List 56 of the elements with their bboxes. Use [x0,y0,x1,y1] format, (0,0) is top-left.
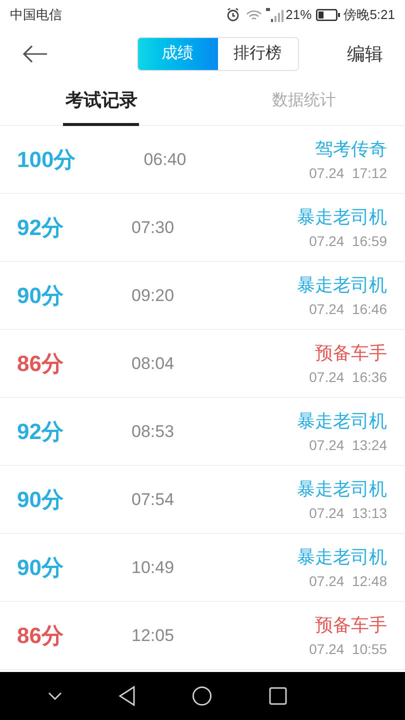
record-row[interactable]: 86分 12:05 预备车手 07.24 10:55 [0,602,405,670]
date-time-text: 07.24 12:48 [309,572,387,590]
title-text: 暴走老司机 [297,410,387,432]
title-text: 暴走老司机 [297,478,387,500]
title-text: 驾考传奇 [315,138,387,160]
tab[interactable]: 数据统计 [272,78,336,126]
record-row[interactable]: 90分 09:20 暴走老司机 07.24 16:46 [0,262,405,330]
score-text: 90分 [17,486,64,514]
title-text: 暴走老司机 [297,206,387,228]
score-text: 100分 [17,146,76,174]
battery-percent: 21% [286,6,312,24]
record-row[interactable]: 92分 08:53 暴走老司机 07.24 13:24 [0,398,405,466]
alarm-icon [226,8,240,22]
back-arrow-icon[interactable] [22,45,48,63]
signal-icon [266,8,284,22]
carrier-name: 中国电信 [10,6,62,24]
score-text: 86分 [17,622,64,650]
record-row[interactable]: 92分 07:30 暴走老司机 07.24 16:59 [0,194,405,262]
title-text: 暴走老司机 [297,274,387,296]
duration-text: 12:05 [131,624,174,647]
score-text: 90分 [17,554,64,582]
date-time-text: 07.24 16:36 [309,368,387,386]
wifi-icon [246,8,262,22]
score-text: 90分 [17,282,64,310]
record-row[interactable]: 86分 08:04 预备车手 07.24 16:36 [0,330,405,398]
battery-icon [316,9,340,21]
duration-text: 07:54 [131,488,174,511]
recents-icon[interactable] [268,687,287,705]
score-text: 92分 [17,214,64,242]
score-text: 92分 [17,418,64,446]
date-time-text: 07.24 16:46 [309,300,387,318]
duration-text: 08:53 [131,420,174,443]
date-time-text: 07.24 17:12 [309,164,387,182]
title-text: 预备车手 [315,342,387,364]
title-text: 预备车手 [315,614,387,636]
score-text: 86分 [17,350,64,378]
date-time-text: 07.24 13:24 [309,436,387,454]
duration-text: 09:20 [131,284,174,307]
edit-button[interactable]: 编辑 [347,40,383,68]
duration-text: 08:04 [131,352,174,375]
date-time-text: 07.24 16:59 [309,232,387,250]
record-row[interactable]: 100分 06:40 驾考传奇 07.24 17:12 [0,126,405,194]
date-time-text: 07.24 13:13 [309,504,387,522]
duration-text: 06:40 [144,148,186,171]
date-time-text: 07.24 10:55 [309,640,387,658]
home-icon[interactable] [192,686,212,706]
tab[interactable]: 考试记录 [63,78,140,126]
segment-tab[interactable]: 成绩 [138,38,218,70]
duration-text: 10:49 [131,556,174,579]
chevron-down-icon[interactable] [48,692,62,700]
back-icon[interactable] [118,686,136,706]
record-row[interactable]: 90分 07:54 暴走老司机 07.24 13:13 [0,466,405,534]
clock-time: 傍晚5:21 [344,6,395,24]
duration-text: 07:30 [131,216,174,239]
title-text: 暴走老司机 [297,546,387,568]
record-row[interactable]: 90分 10:49 暴走老司机 07.24 12:48 [0,534,405,602]
